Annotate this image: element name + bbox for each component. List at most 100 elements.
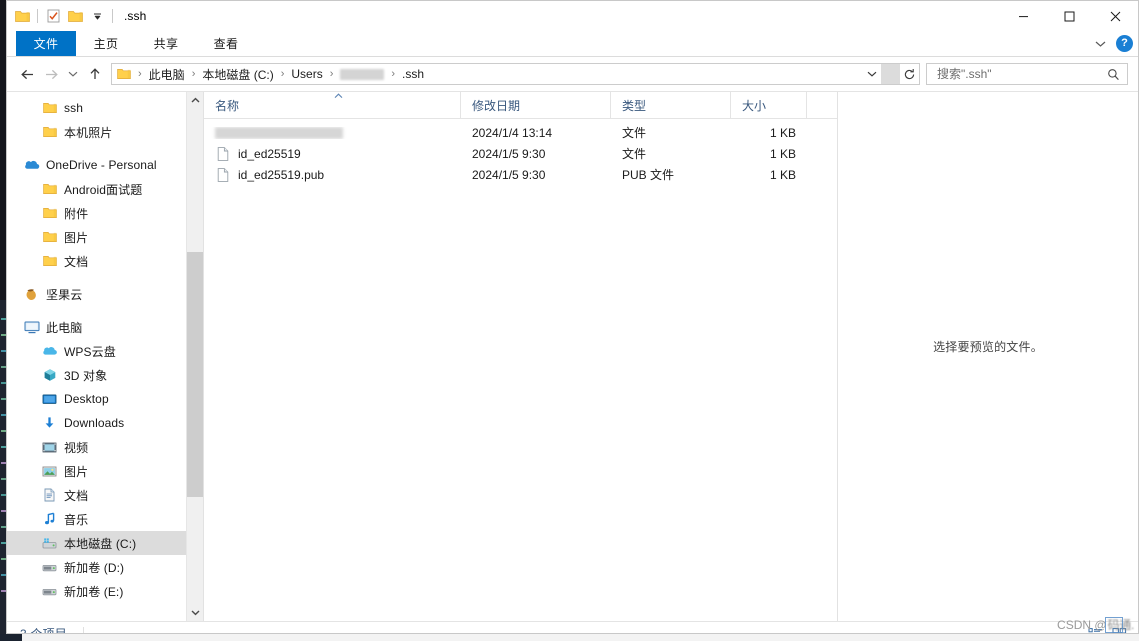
table-row[interactable]: id_ed25519 2024/1/5 9:30 文件 1 KB [204, 143, 837, 164]
sidebar-item-label: 本机照片 [64, 125, 113, 140]
this-pc-icon [23, 319, 40, 335]
refresh-icon[interactable] [900, 64, 919, 84]
breadcrumb-folder-icon[interactable] [115, 65, 133, 83]
sidebar-item-attachments[interactable]: 附件 [7, 201, 186, 225]
table-row[interactable]: 2024/1/4 13:14 文件 1 KB [204, 122, 837, 143]
column-header-type[interactable]: 类型 [611, 92, 731, 118]
tab-share[interactable]: 共享 [136, 31, 196, 56]
breadcrumb-separator[interactable]: › [276, 68, 290, 80]
file-size-cell: 1 KB [769, 167, 796, 182]
sidebar-item-nutstore[interactable]: 坚果云 [7, 282, 186, 306]
sidebar-item-downloads[interactable]: Downloads [7, 411, 186, 435]
chevron-down-icon[interactable] [1090, 34, 1110, 54]
sidebar-item-pictures[interactable]: 图片 [7, 459, 186, 483]
address-dropdown-icon[interactable] [862, 64, 881, 84]
file-date-cell: 2024/1/4 13:14 [472, 125, 553, 140]
window-controls [1000, 1, 1138, 31]
search-icon[interactable] [1104, 68, 1123, 81]
scroll-down-icon[interactable] [187, 604, 203, 621]
sidebar-item-label: Downloads [64, 416, 125, 430]
file-type-cell: 文件 [622, 126, 647, 140]
large-icons-view-icon[interactable] [1109, 624, 1130, 633]
scroll-up-icon[interactable] [187, 92, 203, 109]
file-date-cell: 2024/1/5 9:30 [472, 146, 546, 161]
sidebar-item-wps-cloud[interactable]: WPS云盘 [7, 339, 186, 363]
navigation-tree: ssh 本机照片 OneDrive - Personal Android面试题 … [7, 92, 186, 621]
tab-home[interactable]: 主页 [76, 31, 136, 56]
sidebar-item-documents-onedrive[interactable]: 文档 [7, 249, 186, 273]
table-row[interactable]: id_ed25519.pub 2024/1/5 9:30 PUB 文件 1 KB [204, 164, 837, 185]
search-box[interactable] [926, 63, 1128, 85]
sidebar-item-volume-d[interactable]: 新加卷 (D:) [7, 555, 186, 579]
3d-objects-icon [41, 367, 58, 383]
sidebar-item-documents[interactable]: 文档 [7, 483, 186, 507]
help-icon[interactable]: ? [1116, 35, 1133, 52]
new-folder-icon[interactable] [64, 5, 86, 27]
breadcrumb-item-this-pc[interactable]: 此电脑 [147, 65, 187, 83]
breadcrumb-separator[interactable]: › [133, 68, 147, 80]
sidebar-item-ssh[interactable]: ssh [7, 96, 186, 120]
column-header-size[interactable]: 大小 [731, 92, 807, 118]
folder-icon[interactable] [11, 5, 33, 27]
onedrive-icon [23, 157, 40, 173]
sidebar-item-onedrive[interactable]: OneDrive - Personal [7, 153, 186, 177]
customize-qat-icon[interactable] [86, 5, 108, 27]
view-mode-buttons [1085, 622, 1130, 633]
breadcrumb-item-ssh[interactable]: .ssh [400, 65, 426, 83]
breadcrumb: › 此电脑 › 本地磁盘 (C:) › Users › › .ssh [112, 64, 862, 84]
folder-icon [41, 181, 58, 197]
file-size-cell: 1 KB [769, 125, 796, 140]
sidebar-item-label: WPS云盘 [64, 344, 116, 359]
address-bar[interactable]: › 此电脑 › 本地磁盘 (C:) › Users › › .ssh [111, 63, 920, 85]
ribbon-tabs: 文件 主页 共享 查看 ? [7, 31, 1138, 57]
breadcrumb-item-username-redacted[interactable] [338, 65, 386, 83]
bottom-strip [0, 634, 1139, 641]
tab-view[interactable]: 查看 [196, 31, 256, 56]
sidebar-item-label: Desktop [64, 392, 109, 406]
search-input[interactable] [935, 66, 1104, 82]
column-header-date-modified[interactable]: 修改日期 [461, 92, 611, 118]
breadcrumb-separator[interactable]: › [325, 68, 339, 80]
explorer-body: ssh 本机照片 OneDrive - Personal Android面试题 … [7, 91, 1138, 621]
address-bar-row: › 此电脑 › 本地磁盘 (C:) › Users › › .ssh [7, 57, 1138, 91]
breadcrumb-separator[interactable]: › [386, 68, 400, 80]
redaction-block [340, 68, 385, 80]
sidebar-item-videos[interactable]: 视频 [7, 435, 186, 459]
column-header-name[interactable]: 名称 [204, 92, 461, 118]
breadcrumb-item-local-disk[interactable]: 本地磁盘 (C:) [200, 65, 275, 83]
up-button[interactable] [83, 62, 107, 86]
recent-locations-button[interactable] [63, 62, 83, 86]
sidebar-item-pictures-onedrive[interactable]: 图片 [7, 225, 186, 249]
folder-icon [41, 229, 58, 245]
sidebar-item-android-interview[interactable]: Android面试题 [7, 177, 186, 201]
properties-icon[interactable] [42, 5, 64, 27]
status-separator [83, 626, 85, 633]
sidebar-item-3d-objects[interactable]: 3D 对象 [7, 363, 186, 387]
breadcrumb-separator[interactable]: › [187, 68, 201, 80]
sidebar-item-this-pc[interactable]: 此电脑 [7, 315, 186, 339]
close-button[interactable] [1092, 1, 1138, 31]
file-explorer-window: .ssh 文件 主页 共享 查看 ? › 此电脑 › 本地磁盘 (C:) › U… [6, 0, 1139, 634]
back-button[interactable] [15, 62, 39, 86]
minimize-button[interactable] [1000, 1, 1046, 31]
scrollbar-thumb[interactable] [187, 252, 203, 497]
tab-file[interactable]: 文件 [16, 31, 76, 56]
navigation-scrollbar[interactable] [186, 92, 203, 621]
breadcrumb-item-users[interactable]: Users [289, 65, 324, 83]
sidebar-item-label: 音乐 [64, 512, 89, 527]
file-list-pane: 名称 修改日期 类型 大小 2024/1/4 13:14 文件 1 KB id_… [204, 92, 837, 621]
maximize-button[interactable] [1046, 1, 1092, 31]
sidebar-item-label: 新加卷 (D:) [64, 560, 125, 575]
details-view-icon[interactable] [1085, 624, 1106, 633]
folder-icon [41, 100, 58, 116]
sidebar-item-volume-e[interactable]: 新加卷 (E:) [7, 579, 186, 603]
sidebar-item-local-photos[interactable]: 本机照片 [7, 120, 186, 144]
music-icon [41, 511, 58, 527]
qat-separator-1 [37, 9, 38, 23]
preview-pane: 选择要预览的文件。 [837, 92, 1138, 621]
sidebar-item-desktop[interactable]: Desktop [7, 387, 186, 411]
sidebar-item-music[interactable]: 音乐 [7, 507, 186, 531]
forward-button[interactable] [39, 62, 63, 86]
sidebar-item-local-disk-c[interactable]: 本地磁盘 (C:) [7, 531, 186, 555]
sidebar-item-label: 新加卷 (E:) [64, 584, 124, 599]
